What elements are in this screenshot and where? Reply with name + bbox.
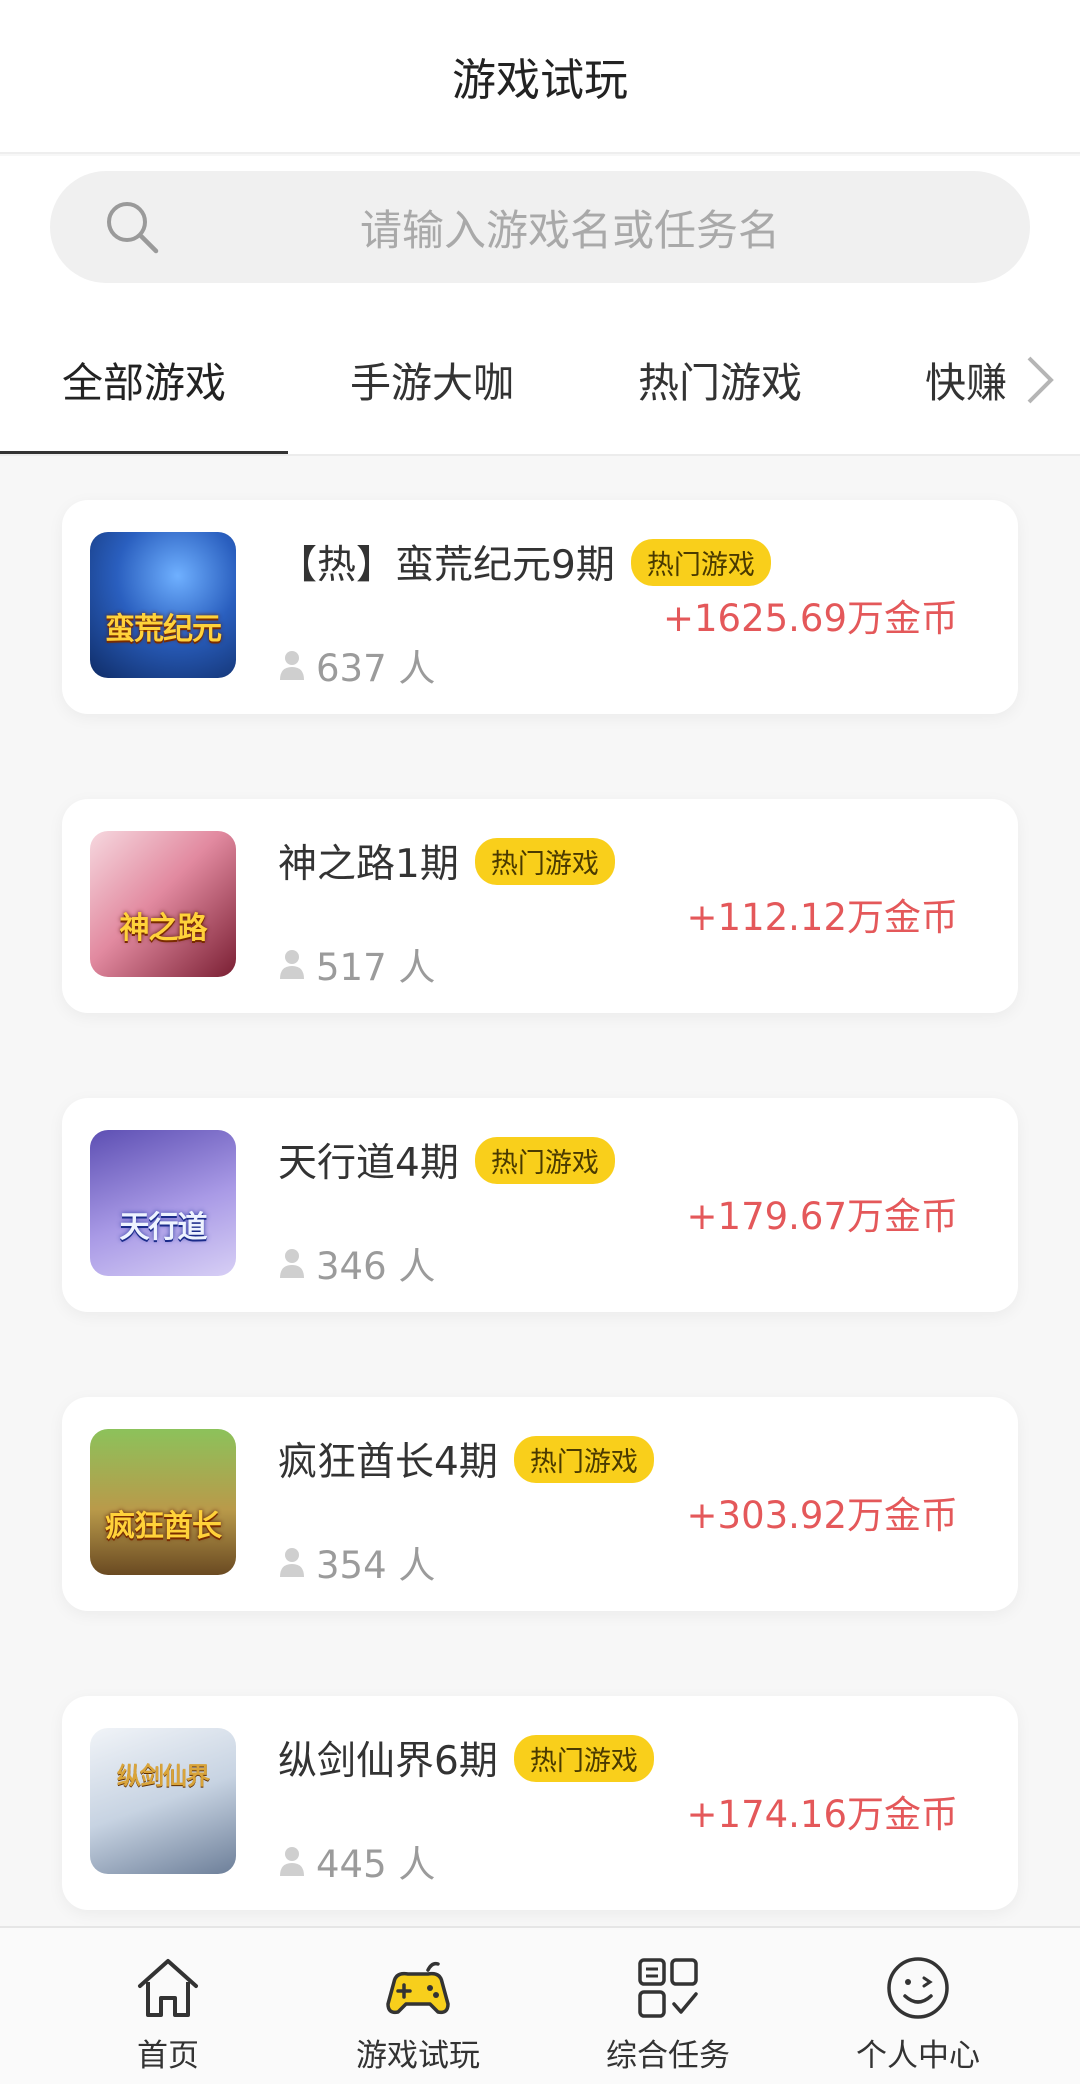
nav-label: 个人中心 <box>856 2038 980 2074</box>
player-count: 517 人 <box>278 937 435 991</box>
search-icon <box>107 202 159 254</box>
nav-label: 综合任务 <box>606 2038 730 2074</box>
person-icon <box>280 1548 304 1577</box>
nav-item-profile[interactable]: 个人中心 <box>793 1928 1043 2084</box>
tab-label: 快赚 <box>925 359 1007 407</box>
player-count: 445 人 <box>278 1834 435 1888</box>
player-count: 637 人 <box>278 638 435 692</box>
home-icon <box>138 1959 198 2017</box>
hot-badge: 热门游戏 <box>513 1734 654 1782</box>
game-card[interactable]: 疯狂酋长 疯狂酋长4期 热门游戏 +303.92万金币 354 人 <box>62 1397 1018 1611</box>
game-card[interactable]: 蛮荒纪元 【热】蛮荒纪元9期 热门游戏 +1625.69万金币 637 人 <box>62 500 1018 714</box>
nav-label: 首页 <box>137 2038 199 2074</box>
person-icon <box>280 651 304 680</box>
page-title: 游戏试玩 <box>452 55 628 106</box>
player-count-text: 346 人 <box>316 1245 436 1288</box>
reward-amount: +179.67万金币 <box>686 1195 958 1238</box>
reward-amount: +1625.69万金币 <box>662 597 958 640</box>
thumbnail-logo-text: 疯狂酋长 <box>105 1509 222 1544</box>
search-placeholder: 请输入游戏名或任务名 <box>359 205 780 255</box>
thumbnail-logo-text: 纵剑仙界 <box>117 1762 210 1790</box>
hot-badge: 热门游戏 <box>474 837 615 885</box>
tab-label: 手游大咖 <box>350 359 514 407</box>
game-name: 疯狂酋长4期 <box>278 1440 498 1485</box>
reward-amount: +174.16万金币 <box>686 1793 958 1836</box>
nav-label: 游戏试玩 <box>356 2038 480 2074</box>
tab-label: 热门游戏 <box>638 359 802 407</box>
search-section: 请输入游戏名或任务名 <box>0 156 1080 304</box>
bottom-navigation: 首页 游戏试玩 综合任务 个人中心 <box>0 1926 1080 2084</box>
player-count: 354 人 <box>278 1535 435 1589</box>
tab-hot-games[interactable]: 热门游戏 <box>576 304 864 454</box>
tab-quick-earn[interactable]: 快赚 <box>925 304 1020 454</box>
reward-amount: +303.92万金币 <box>686 1494 958 1537</box>
gamepad-icon <box>386 1961 450 2015</box>
person-icon <box>280 1249 304 1278</box>
game-thumbnail: 疯狂酋长 <box>90 1429 236 1575</box>
game-thumbnail: 天行道 <box>90 1130 236 1276</box>
game-name: 纵剑仙界6期 <box>278 1739 498 1784</box>
smiley-icon <box>887 1957 949 2019</box>
nav-item-home[interactable]: 首页 <box>43 1928 293 2084</box>
tab-all-games[interactable]: 全部游戏 <box>0 304 288 454</box>
player-count-text: 517 人 <box>316 946 436 989</box>
reward-amount: +112.12万金币 <box>686 896 958 939</box>
game-name: 神之路1期 <box>278 842 459 887</box>
tab-mobile-stars[interactable]: 手游大咖 <box>288 304 576 454</box>
category-tabs: 全部游戏 手游大咖 热门游戏 快赚 <box>0 304 1080 456</box>
thumbnail-logo-text: 天行道 <box>119 1210 208 1245</box>
nav-item-game-trial[interactable]: 游戏试玩 <box>293 1928 543 2084</box>
app-header: 游戏试玩 <box>0 0 1080 154</box>
person-icon <box>280 1847 304 1876</box>
hot-badge: 热门游戏 <box>630 538 771 586</box>
game-name: 【热】蛮荒纪元9期 <box>278 543 615 588</box>
person-icon <box>280 950 304 979</box>
player-count-text: 445 人 <box>316 1843 436 1886</box>
game-card[interactable]: 神之路 神之路1期 热门游戏 +112.12万金币 517 人 <box>62 799 1018 1013</box>
active-tab-indicator <box>0 451 288 454</box>
game-thumbnail: 纵剑仙界 <box>90 1728 236 1874</box>
nav-item-tasks[interactable]: 综合任务 <box>543 1928 793 2084</box>
hot-badge: 热门游戏 <box>513 1435 654 1483</box>
game-card[interactable]: 纵剑仙界 纵剑仙界6期 热门游戏 +174.16万金币 445 人 <box>62 1696 1018 1910</box>
game-name: 天行道4期 <box>278 1141 459 1186</box>
player-count-text: 354 人 <box>316 1544 436 1587</box>
chevron-right-icon[interactable] <box>1020 352 1060 408</box>
task-grid-icon <box>638 1958 698 2018</box>
thumbnail-logo-text: 神之路 <box>119 911 208 946</box>
game-card[interactable]: 天行道 天行道4期 热门游戏 +179.67万金币 346 人 <box>62 1098 1018 1312</box>
player-count: 346 人 <box>278 1236 435 1290</box>
tab-label: 全部游戏 <box>62 359 226 407</box>
game-thumbnail: 蛮荒纪元 <box>90 532 236 678</box>
player-count-text: 637 人 <box>316 647 436 690</box>
thumbnail-logo-text: 蛮荒纪元 <box>105 612 222 647</box>
hot-badge: 热门游戏 <box>474 1136 615 1184</box>
game-thumbnail: 神之路 <box>90 831 236 977</box>
search-input[interactable]: 请输入游戏名或任务名 <box>50 171 1030 283</box>
